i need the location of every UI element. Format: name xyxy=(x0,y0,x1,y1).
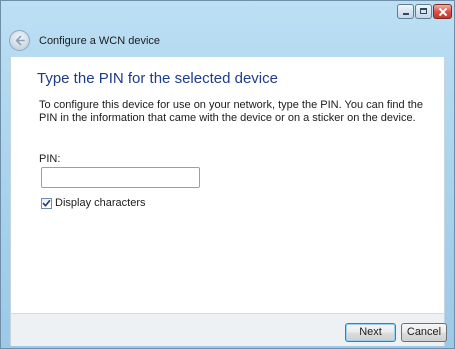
display-characters-checkbox[interactable] xyxy=(41,197,52,209)
display-characters-row[interactable]: Display characters xyxy=(41,196,145,210)
wizard-window: Configure a WCN device Type the PIN for … xyxy=(0,0,455,349)
window-title: Configure a WCN device xyxy=(39,35,161,47)
page-heading: Type the PIN for the selected device xyxy=(37,70,278,87)
wizard-footer: Next Cancel xyxy=(10,313,447,346)
instructions-text: To configure this device for use on your… xyxy=(39,99,424,124)
next-button[interactable]: Next xyxy=(345,323,396,342)
cancel-button[interactable]: Cancel xyxy=(401,323,447,342)
back-button[interactable] xyxy=(9,30,30,51)
pin-input[interactable] xyxy=(41,167,200,188)
pin-label: PIN: xyxy=(39,153,61,165)
minimize-button[interactable] xyxy=(397,4,414,19)
wizard-header: Configure a WCN device xyxy=(1,25,454,57)
display-characters-label[interactable]: Display characters xyxy=(55,197,145,209)
wizard-content: Type the PIN for the selected device To … xyxy=(10,57,445,313)
title-bar[interactable] xyxy=(1,1,454,25)
close-button[interactable] xyxy=(433,4,452,19)
back-arrow-icon xyxy=(15,35,25,46)
checkmark-icon xyxy=(42,199,51,207)
maximize-button[interactable] xyxy=(415,4,432,19)
